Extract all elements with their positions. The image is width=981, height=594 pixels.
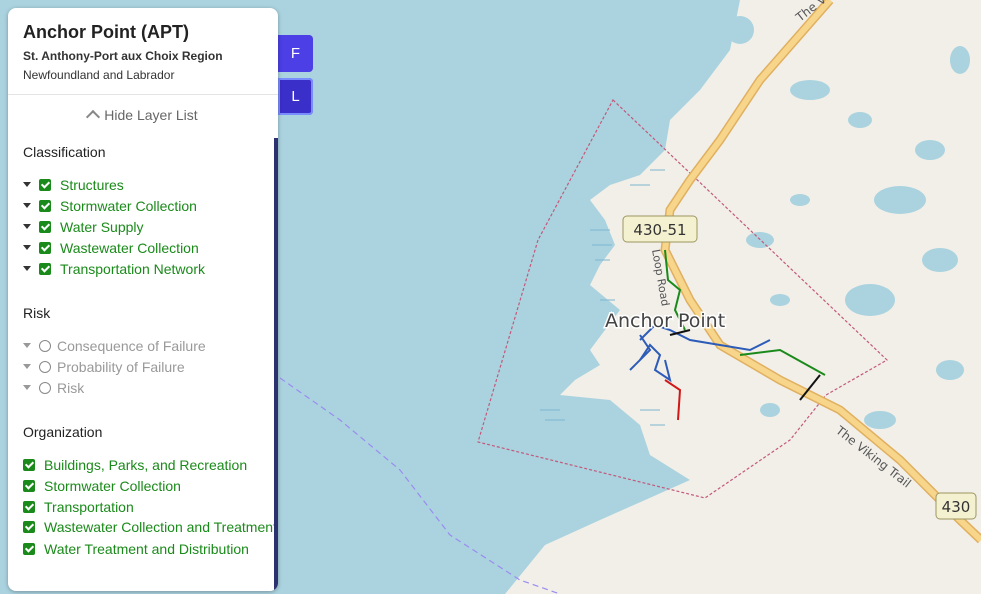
layer-label: Probability of Failure — [57, 358, 185, 375]
layer-label: Wastewater Collection — [60, 239, 199, 256]
layer-probability-of-failure[interactable]: Probability of Failure — [23, 356, 278, 377]
chevron-up-icon — [86, 109, 101, 125]
caret-down-icon[interactable] — [23, 245, 31, 250]
checkbox-checked[interactable] — [39, 241, 51, 254]
risk-heading: Risk — [23, 305, 51, 321]
layer-label: Transportation — [44, 498, 134, 515]
region-label: St. Anthony-Port aux Choix Region — [23, 49, 223, 63]
checkbox-checked[interactable] — [23, 542, 35, 555]
route-shield-430: 430 — [935, 492, 977, 520]
layer-structures[interactable]: Structures — [23, 174, 278, 195]
f-button-label: F — [290, 45, 301, 62]
province-label: Newfoundland and Labrador — [23, 68, 175, 82]
layer-panel: Anchor Point (APT) St. Anthony-Port aux … — [8, 8, 278, 591]
org-stormwater-collection[interactable]: Stormwater Collection — [23, 475, 278, 496]
checkbox-checked[interactable] — [23, 458, 35, 471]
checkbox-checked[interactable] — [39, 262, 51, 275]
l-button-label: L — [291, 88, 300, 105]
classification-heading: Classification — [23, 144, 106, 160]
scrollbar[interactable] — [274, 138, 278, 591]
layer-transportation-network[interactable]: Transportation Network — [23, 258, 278, 279]
checkbox-checked[interactable] — [23, 521, 35, 533]
layer-label: Buildings, Parks, and Recreation — [44, 456, 248, 473]
layer-label: Water Treatment and Distribution — [44, 540, 249, 557]
org-transportation[interactable]: Transportation — [23, 496, 278, 517]
layer-label: Wastewater Collection and Treatment — [44, 519, 277, 535]
layer-risk[interactable]: Risk — [23, 377, 278, 398]
layer-label: Consequence of Failure — [57, 337, 206, 354]
svg-text:430: 430 — [942, 498, 971, 516]
hide-layer-list-button[interactable]: Hide Layer List — [8, 95, 278, 133]
panel-header: Anchor Point (APT) St. Anthony-Port aux … — [8, 8, 278, 95]
page-title: Anchor Point (APT) — [23, 22, 189, 42]
org-wastewater-collection-treatment[interactable]: Wastewater Collection and Treatment — [23, 517, 278, 538]
radio-button[interactable] — [39, 360, 51, 373]
hide-layer-list-label: Hide Layer List — [104, 107, 198, 123]
layer-label: Structures — [60, 176, 124, 193]
svg-text:430-51: 430-51 — [633, 221, 686, 239]
caret-down-icon[interactable] — [23, 364, 31, 369]
f-button[interactable]: F — [278, 35, 313, 72]
layer-label: Risk — [57, 379, 85, 396]
layer-water-supply[interactable]: Water Supply — [23, 216, 278, 237]
org-water-treatment-distribution[interactable]: Water Treatment and Distribution — [23, 538, 278, 559]
layer-list: Classification Structures Stormwater Col… — [8, 134, 278, 591]
caret-down-icon[interactable] — [23, 343, 31, 348]
layer-label: Stormwater Collection — [44, 477, 181, 494]
layer-consequence-of-failure[interactable]: Consequence of Failure — [23, 335, 278, 356]
layer-stormwater-collection[interactable]: Stormwater Collection — [23, 195, 278, 216]
place-label: Anchor Point — [605, 310, 725, 332]
organization-heading: Organization — [23, 424, 103, 440]
checkbox-checked[interactable] — [23, 500, 35, 513]
caret-down-icon[interactable] — [23, 182, 31, 187]
caret-down-icon[interactable] — [23, 224, 31, 229]
org-buildings-parks-recreation[interactable]: Buildings, Parks, and Recreation — [23, 454, 278, 475]
radio-button[interactable] — [39, 339, 51, 352]
caret-down-icon[interactable] — [23, 266, 31, 271]
l-button[interactable]: L — [278, 78, 313, 115]
caret-down-icon[interactable] — [23, 385, 31, 390]
checkbox-checked[interactable] — [39, 199, 51, 212]
checkbox-checked[interactable] — [39, 178, 51, 191]
checkbox-checked[interactable] — [39, 220, 51, 233]
layer-label: Transportation Network — [60, 260, 205, 277]
layer-wastewater-collection[interactable]: Wastewater Collection — [23, 237, 278, 258]
radio-button[interactable] — [39, 381, 51, 394]
caret-down-icon[interactable] — [23, 203, 31, 208]
checkbox-checked[interactable] — [23, 479, 35, 492]
layer-label: Stormwater Collection — [60, 197, 197, 214]
route-shield-430-51: 430-51 — [622, 215, 698, 243]
layer-label: Water Supply — [60, 218, 144, 235]
